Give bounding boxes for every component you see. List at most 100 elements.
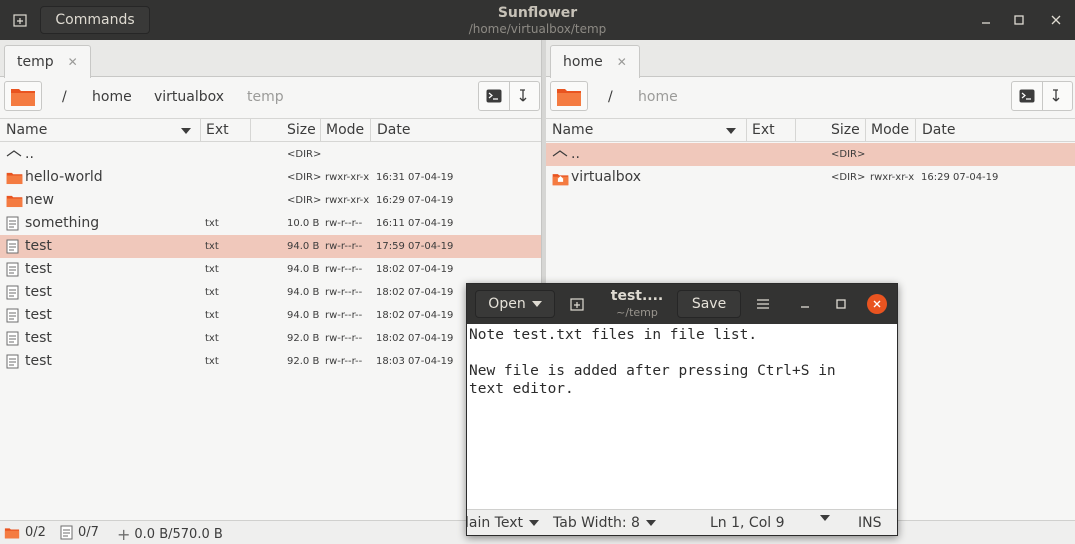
terminal-button[interactable]	[1012, 82, 1042, 110]
row-date: 18:02 07-04-19	[376, 310, 454, 321]
right-tab-strip: home ✕	[546, 40, 1075, 78]
window-titlebar: Commands Sunflower /home/virtualbox/temp	[0, 0, 1075, 40]
parent-dir-icon	[552, 150, 568, 157]
tab-width-selector[interactable]: Tab Width: 8	[553, 515, 656, 531]
terminal-icon	[1019, 89, 1035, 103]
position-dropdown[interactable]	[814, 515, 830, 521]
language-selector[interactable]: lain Text	[467, 515, 539, 531]
table-row[interactable]: test txt 92.0 B rw-r--r-- 18:02 07-04-19	[0, 327, 541, 350]
row-mode: rwxr-xr-x	[870, 172, 915, 183]
editor-close-button[interactable]	[867, 294, 887, 314]
save-button[interactable]: Save	[677, 290, 741, 318]
row-size: 92.0 B	[287, 333, 320, 344]
table-row[interactable]: virtualbox <DIR> rwxr-xr-x 16:29 07-04-19	[546, 166, 1075, 189]
tab-home[interactable]: home ✕	[550, 45, 640, 78]
row-name: something	[25, 215, 100, 231]
breadcrumb-temp[interactable]: temp	[247, 89, 284, 105]
table-row[interactable]: test txt 94.0 B rw-r--r-- 18:02 07-04-19	[0, 258, 541, 281]
breadcrumb-virtualbox[interactable]: virtualbox	[154, 89, 224, 105]
left-tab-strip: temp ✕	[0, 40, 541, 78]
sort-down-icon	[181, 128, 191, 134]
col-ext[interactable]: Ext	[752, 122, 775, 138]
sort-button[interactable]	[509, 82, 539, 110]
maximize-icon	[836, 299, 846, 309]
sort-button[interactable]	[1042, 82, 1072, 110]
close-icon	[1051, 15, 1061, 25]
row-name: test	[25, 330, 52, 346]
row-date: 18:02 07-04-19	[376, 264, 454, 275]
maximize-icon	[1014, 15, 1024, 25]
tab-label: temp	[17, 54, 54, 70]
col-date[interactable]: Date	[377, 122, 410, 138]
table-row[interactable]: .. <DIR>	[546, 143, 1075, 166]
folder-icon	[4, 528, 20, 539]
close-icon	[873, 300, 881, 308]
breadcrumb-root[interactable]: /	[62, 89, 67, 105]
tab-close-icon[interactable]: ✕	[617, 55, 627, 69]
table-row[interactable]: test txt 94.0 B rw-r--r-- 18:02 07-04-19	[0, 304, 541, 327]
breadcrumb-root[interactable]: /	[608, 89, 613, 105]
file-icon	[6, 331, 19, 346]
row-date: 16:29 07-04-19	[921, 172, 999, 183]
new-document-button[interactable]	[565, 292, 589, 316]
row-size: <DIR>	[287, 172, 322, 183]
row-size: 94.0 B	[287, 310, 320, 321]
editor-minimize-button[interactable]	[793, 292, 817, 316]
breadcrumb-home[interactable]: home	[638, 89, 678, 105]
table-row[interactable]: test txt 94.0 B rw-r--r-- 17:59 07-04-19	[0, 235, 541, 258]
location-menu-button[interactable]	[550, 81, 588, 111]
maximize-button[interactable]	[1007, 8, 1031, 32]
col-size[interactable]: Size	[831, 122, 860, 138]
col-ext[interactable]: Ext	[206, 122, 229, 138]
dropdown-icon	[820, 515, 830, 521]
tab-label: home	[563, 54, 603, 70]
row-name: test	[25, 238, 52, 254]
folder-icon	[6, 195, 23, 208]
col-date[interactable]: Date	[922, 122, 955, 138]
col-mode[interactable]: Mode	[326, 122, 364, 138]
row-date: 18:02 07-04-19	[376, 287, 454, 298]
editor-header: Open test.... ~/temp Save	[467, 284, 897, 324]
row-date: 16:11 07-04-19	[376, 218, 454, 229]
table-row[interactable]: something txt 10.0 B rw-r--r-- 16:11 07-04-1…	[0, 212, 541, 235]
row-mode: rw-r--r--	[325, 241, 363, 252]
col-size[interactable]: Size	[287, 122, 316, 138]
table-row[interactable]: .. <DIR>	[0, 143, 541, 166]
row-name: new	[25, 192, 54, 208]
close-button[interactable]	[1044, 8, 1068, 32]
minimize-button[interactable]	[974, 8, 998, 32]
menu-button[interactable]	[751, 292, 775, 316]
commands-button[interactable]: Commands	[40, 6, 150, 34]
table-row[interactable]: hello-world <DIR> rwxr-xr-x 16:31 07-04-19	[0, 166, 541, 189]
insert-mode[interactable]: INS	[858, 515, 882, 531]
location-menu-button[interactable]	[4, 81, 42, 111]
terminal-button[interactable]	[479, 82, 509, 110]
row-name: test	[25, 307, 52, 323]
table-row[interactable]: new <DIR> rwxr-xr-x 16:29 07-04-19	[0, 189, 541, 212]
row-date: 18:02 07-04-19	[376, 333, 454, 344]
col-mode[interactable]: Mode	[871, 122, 909, 138]
pane-tools	[1011, 81, 1073, 111]
col-name[interactable]: Name	[6, 122, 47, 138]
row-mode: rwxr-xr-x	[325, 195, 370, 206]
plus-icon: +	[117, 525, 131, 544]
col-name[interactable]: Name	[552, 122, 593, 138]
editor-text-area[interactable]: Note test.txt files in file list. New fi…	[469, 326, 836, 398]
editor-maximize-button[interactable]	[829, 292, 853, 316]
sort-icon	[1052, 89, 1059, 102]
text-editor-window: Open test.... ~/temp Save Note test.txt …	[466, 283, 898, 536]
row-name: test	[25, 353, 52, 369]
left-file-list: .. <DIR> hello-world <DIR> rwxr-xr-x 16:31 07…	[0, 143, 541, 373]
editor-status-bar: lain Text Tab Width: 8 Ln 1, Col 9 INS	[467, 509, 897, 535]
tab-close-icon[interactable]: ✕	[68, 55, 78, 69]
tab-temp[interactable]: temp ✕	[4, 45, 91, 78]
editor-title: test....	[610, 288, 664, 304]
table-row[interactable]: test txt 92.0 B rw-r--r-- 18:03 07-04-19	[0, 350, 541, 373]
open-button[interactable]: Open	[475, 290, 555, 318]
row-mode: rw-r--r--	[325, 333, 363, 344]
new-tab-button[interactable]	[6, 6, 34, 34]
row-date: 16:29 07-04-19	[376, 195, 454, 206]
breadcrumb-home[interactable]: home	[92, 89, 132, 105]
table-row[interactable]: test txt 94.0 B rw-r--r-- 18:02 07-04-19	[0, 281, 541, 304]
cursor-position[interactable]: Ln 1, Col 9	[710, 515, 785, 531]
